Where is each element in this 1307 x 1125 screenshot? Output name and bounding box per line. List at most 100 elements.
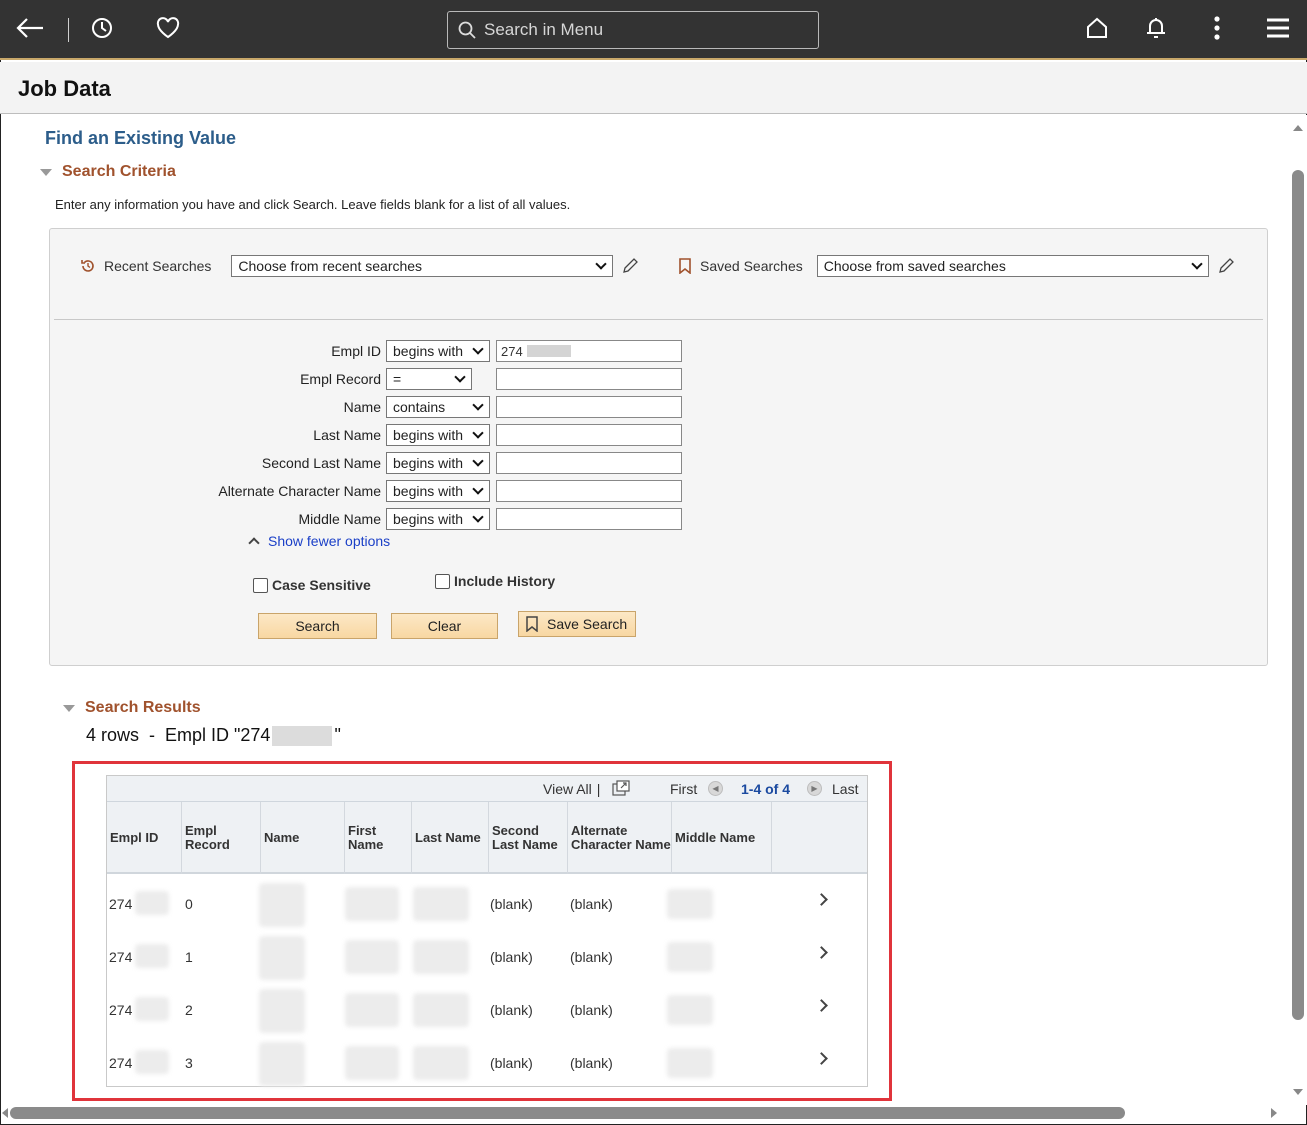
redacted-block bbox=[345, 993, 399, 1027]
clear-button[interactable]: Clear bbox=[391, 613, 498, 639]
alternate-character-name-operator-select[interactable]: begins with bbox=[386, 480, 490, 502]
table-row[interactable]: 274 1 (blank) (blank) bbox=[107, 930, 867, 983]
chevron-down-icon bbox=[472, 427, 484, 439]
checkbox-box[interactable] bbox=[253, 577, 268, 593]
name-operator-select[interactable]: contains bbox=[386, 396, 490, 418]
checkbox-box[interactable] bbox=[435, 573, 450, 589]
redacted-block bbox=[345, 1046, 399, 1080]
save-search-label: Save Search bbox=[547, 616, 628, 632]
recent-history-icon bbox=[81, 260, 94, 272]
zoom-grid-icon[interactable] bbox=[612, 780, 630, 796]
redacted-block bbox=[259, 936, 305, 980]
col-last-name[interactable]: Last Name bbox=[412, 802, 489, 874]
name-label: Name bbox=[343, 399, 381, 415]
empl-id-input[interactable]: 274 bbox=[496, 340, 682, 362]
empl-record-operator-select[interactable]: = bbox=[386, 368, 472, 390]
table-row[interactable]: 274 2 (blank) (blank) bbox=[107, 983, 867, 1036]
vertical-scrollbar-thumb[interactable] bbox=[1292, 170, 1304, 1020]
next-page-button[interactable]: ▶ bbox=[801, 781, 828, 796]
row-chevron-right-icon[interactable] bbox=[815, 946, 828, 959]
search-criteria-toggle[interactable]: Search Criteria bbox=[40, 163, 176, 181]
cell-empl-id: 274 bbox=[109, 895, 133, 912]
middle-name-operator-select[interactable]: begins with bbox=[386, 508, 490, 530]
back-arrow-icon[interactable] bbox=[14, 12, 46, 44]
chevron-down-icon bbox=[472, 511, 484, 523]
col-alternate-character-name[interactable]: Alternate Character Name bbox=[568, 802, 672, 874]
empl-id-operator-select[interactable]: begins with bbox=[386, 340, 490, 362]
toolbar-divider bbox=[68, 18, 69, 42]
col-first-name[interactable]: First Name bbox=[345, 802, 412, 874]
view-all-link[interactable]: View All | bbox=[543, 781, 600, 797]
redacted-block bbox=[413, 993, 469, 1027]
recent-searches-value: Choose from recent searches bbox=[238, 258, 423, 274]
alternate-character-name-input[interactable] bbox=[496, 480, 682, 502]
empl-record-input[interactable] bbox=[496, 368, 682, 390]
page-title: Job Data bbox=[18, 76, 111, 101]
recent-searches-select[interactable]: Choose from recent searches bbox=[231, 255, 614, 277]
case-sensitive-checkbox[interactable]: Case Sensitive bbox=[253, 577, 371, 593]
favorites-heart-icon[interactable] bbox=[152, 12, 184, 44]
scroll-up-arrow-icon[interactable] bbox=[1293, 125, 1303, 131]
col-empl-record[interactable]: Empl Record bbox=[182, 802, 261, 874]
field-row-second-last-name: Second Last Name begins with bbox=[50, 451, 682, 475]
saved-searches-select[interactable]: Choose from saved searches bbox=[816, 255, 1209, 277]
col-empl-id[interactable]: Empl ID bbox=[107, 802, 182, 874]
col-name[interactable]: Name bbox=[261, 802, 345, 874]
table-row[interactable]: 274 0 (blank) (blank) bbox=[107, 877, 867, 930]
search-instructions: Enter any information you have and click… bbox=[55, 197, 571, 212]
operator-value: contains bbox=[393, 399, 446, 415]
more-actions-icon[interactable] bbox=[1201, 12, 1233, 44]
history-clock-icon[interactable] bbox=[86, 12, 118, 44]
row-chevron-right-icon[interactable] bbox=[815, 893, 828, 906]
operator-value: begins with bbox=[393, 511, 464, 527]
name-input[interactable] bbox=[496, 396, 682, 418]
operator-value: begins with bbox=[393, 427, 464, 443]
save-search-button[interactable]: Save Search bbox=[518, 611, 636, 637]
home-icon[interactable] bbox=[1081, 12, 1113, 44]
last-name-operator-select[interactable]: begins with bbox=[386, 424, 490, 446]
redacted-block bbox=[259, 1042, 305, 1086]
chevron-up-icon bbox=[248, 537, 260, 549]
first-page-link[interactable]: First bbox=[670, 781, 697, 797]
operator-value: begins with bbox=[393, 455, 464, 471]
last-name-input[interactable] bbox=[496, 424, 682, 446]
include-history-checkbox[interactable]: Include History bbox=[435, 573, 555, 589]
redacted-block bbox=[272, 725, 333, 746]
field-row-name: Name contains bbox=[50, 395, 682, 419]
scroll-down-arrow-icon[interactable] bbox=[1293, 1089, 1303, 1095]
search-button[interactable]: Search bbox=[258, 613, 377, 639]
collapse-triangle-icon bbox=[63, 704, 75, 712]
recent-searches-row: Recent Searches Choose from recent searc… bbox=[80, 255, 639, 277]
results-count-text: 4 rows - Empl ID "274 bbox=[86, 725, 271, 745]
col-second-last-name[interactable]: Second Last Name bbox=[489, 802, 568, 874]
redacted-block bbox=[135, 1050, 169, 1074]
previous-page-button[interactable]: ◀ bbox=[702, 781, 729, 796]
redacted-block bbox=[667, 995, 713, 1025]
scroll-right-arrow-icon[interactable] bbox=[1271, 1108, 1277, 1118]
operator-value: begins with bbox=[393, 483, 464, 499]
empl-record-label: Empl Record bbox=[300, 371, 381, 387]
search-results-label: Search Results bbox=[85, 699, 201, 716]
middle-name-input[interactable] bbox=[496, 508, 682, 530]
scroll-left-arrow-icon[interactable] bbox=[2, 1108, 8, 1118]
table-row[interactable]: 274 3 (blank) (blank) bbox=[107, 1036, 867, 1089]
menu-search-box[interactable] bbox=[447, 11, 819, 49]
last-label: Last bbox=[832, 781, 859, 797]
edit-pencil-icon[interactable] bbox=[621, 257, 639, 275]
grid-header-row: Empl ID Empl Record Name First Name Last… bbox=[107, 802, 867, 874]
horizontal-scrollbar-thumb[interactable] bbox=[10, 1107, 1125, 1119]
notifications-bell-icon[interactable] bbox=[1140, 12, 1172, 44]
show-fewer-options-link[interactable]: Show fewer options bbox=[248, 533, 390, 549]
search-results-toggle[interactable]: Search Results bbox=[63, 699, 201, 717]
middle-name-label: Middle Name bbox=[298, 511, 381, 527]
navbar-menu-icon[interactable] bbox=[1262, 12, 1294, 44]
col-middle-name[interactable]: Middle Name bbox=[672, 802, 772, 874]
include-history-label: Include History bbox=[454, 573, 556, 589]
second-last-name-input[interactable] bbox=[496, 452, 682, 474]
row-chevron-right-icon[interactable] bbox=[815, 999, 828, 1012]
row-chevron-right-icon[interactable] bbox=[815, 1052, 828, 1065]
edit-pencil-icon[interactable] bbox=[1217, 257, 1235, 275]
second-last-name-operator-select[interactable]: begins with bbox=[386, 452, 490, 474]
menu-search-input[interactable] bbox=[482, 19, 802, 41]
last-page-link[interactable]: Last bbox=[832, 781, 858, 797]
